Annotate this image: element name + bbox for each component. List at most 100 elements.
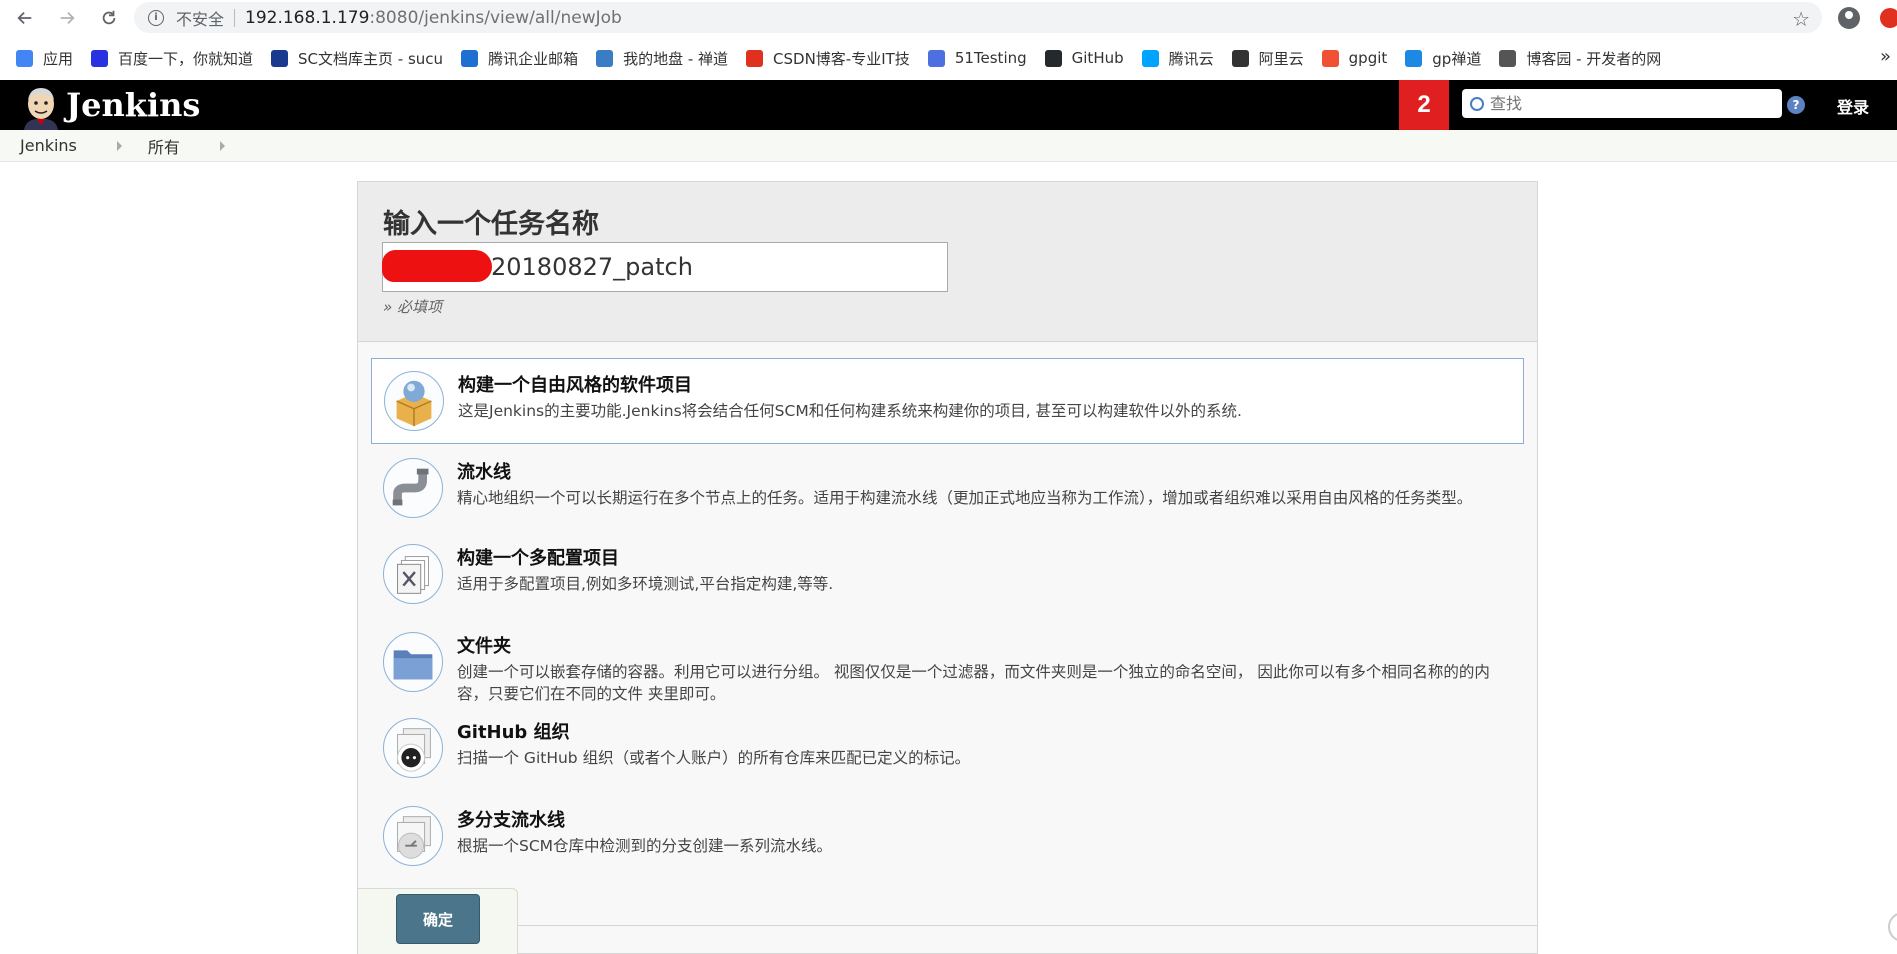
reload-icon[interactable] [96,5,122,31]
folder-icon [383,632,443,692]
aliyun-icon [1231,49,1249,67]
item-type-option[interactable]: GitHub 组织扫描一个 GitHub 组织（或者个人账户）的所有仓库来匹配已… [371,706,1524,792]
bookmark-item[interactable]: CSDN博客-专业IT技 [746,48,910,69]
extension-icon[interactable] [1880,8,1897,28]
bookmark-label: gp禅道 [1432,49,1482,68]
item-type-label: 构建一个自由风格的软件项目 [458,375,692,396]
tencent-cloud-icon [1141,49,1159,67]
item-type-option[interactable]: 构建一个自由风格的软件项目这是Jenkins的主要功能.Jenkins将会结合任… [371,358,1524,444]
github-icon [1044,49,1062,67]
breadcrumb: Jenkins 所有 [0,130,1897,162]
gp-zentao-icon [1405,49,1423,67]
item-type-label: 流水线 [457,462,511,483]
bookmark-item[interactable]: 51Testing [927,49,1027,67]
bookmark-label: 应用 [43,49,74,68]
bookmark-label: 腾讯云 [1168,49,1214,68]
notification-badge[interactable]: 2 [1399,80,1449,130]
bookmark-item[interactable]: gpgit [1321,49,1388,67]
search-input[interactable] [1490,94,1770,113]
item-type-option[interactable]: 构建一个多配置项目适用于多配置项目,例如多环境测试,平台指定构建,等等. [371,532,1524,618]
jenkins-butler-icon[interactable] [18,84,64,130]
baidu-paw-icon [91,49,109,67]
item-type-description: 这是Jenkins的主要功能.Jenkins将会结合任何SCM和任何构建系统来构… [458,402,1242,420]
scroll-top-icon[interactable] [1888,912,1897,942]
bookmark-item[interactable]: SC文档库主页 - sucu [271,48,443,69]
item-type-description: 创建一个可以嵌套存储的容器。利用它可以进行分组。 视图仅仅是一个过滤器，而文件夹… [457,663,1490,703]
item-type-label: 文件夹 [457,636,511,657]
multibranch-icon [383,806,443,866]
bookmark-item[interactable]: 腾讯企业邮箱 [461,48,578,69]
url-path: :8080/jenkins/view/all/newJob [369,7,622,28]
bookmark-item[interactable]: 应用 [16,48,73,69]
bookmark-item[interactable]: 腾讯云 [1141,48,1214,69]
freestyle-package-icon [384,371,444,431]
bookmark-label: 51Testing [954,49,1027,67]
51testing-icon [927,49,945,67]
profile-icon[interactable] [1838,7,1860,29]
item-type-option[interactable]: 流水线精心地组织一个可以长期运行在多个节点上的任务。适用于构建流水线（更加正式地… [371,446,1524,532]
bookmark-item[interactable]: 博客园 - 开发者的网 [1499,48,1661,69]
item-type-label: 多分支流水线 [457,810,565,831]
breadcrumb-jenkins[interactable]: Jenkins [20,136,77,155]
ok-button[interactable]: 确定 [396,894,480,944]
bookmark-label: 腾讯企业邮箱 [488,49,579,68]
divider [518,925,1537,926]
item-type-label: GitHub 组织 [457,722,570,743]
bookmark-star-icon[interactable]: ☆ [1792,7,1810,31]
breadcrumb-arrow-icon[interactable] [219,140,225,151]
breadcrumb-all[interactable]: 所有 [148,134,180,158]
item-type-option[interactable]: 多分支流水线根据一个SCM仓库中检测到的分支创建一系列流水线。 [371,794,1524,880]
multi-config-icon [383,544,443,604]
pipeline-icon [383,458,443,518]
address-separator [234,8,236,27]
github-org-icon [383,718,443,778]
address-bar[interactable]: i 不安全 192.168.1.179:8080/jenkins/view/al… [134,2,1822,33]
bookmarks-bar: 应用 百度一下，你就知道 SC文档库主页 - sucu 腾讯企业邮箱 我的地盘 - 禅道… [0,40,1897,76]
bookmark-item[interactable]: gp禅道 [1405,48,1481,69]
info-icon[interactable]: i [148,9,164,26]
item-type-description: 根据一个SCM仓库中检测到的分支创建一系列流水线。 [457,837,833,855]
forward-icon[interactable] [54,5,80,31]
bookmark-label: 博客园 - 开发者的网 [1526,49,1662,68]
jenkins-title[interactable]: Jenkins [66,86,200,124]
bookmark-label: SC文档库主页 - sucu [298,49,444,68]
url-host: 192.168.1.179 [245,7,370,28]
item-type-description: 适用于多配置项目,例如多环境测试,平台指定构建,等等. [457,575,834,593]
item-type-option[interactable]: 文件夹创建一个可以嵌套存储的容器。利用它可以进行分组。 视图仅仅是一个过滤器，而… [371,620,1524,706]
search-box[interactable] [1462,89,1782,118]
gpgit-icon [1321,49,1339,67]
bookmark-item[interactable]: GitHub [1044,49,1124,67]
tencent-mail-icon [461,49,479,67]
cnblogs-icon [1499,49,1517,67]
sc-tools-icon [271,49,289,67]
bookmark-label: GitHub [1071,49,1124,67]
item-type-description: 精心地组织一个可以长期运行在多个节点上的任务。适用于构建流水线（更加正式地应当称… [457,489,1473,507]
back-icon[interactable] [12,5,38,31]
bookmark-label: 阿里云 [1258,49,1304,68]
page-title: 输入一个任务名称 [383,209,599,240]
bookmarks-overflow-icon[interactable]: » [1880,46,1891,67]
item-type-description: 扫描一个 GitHub 组织（或者个人账户）的所有仓库来匹配已定义的标记。 [457,749,971,767]
insecure-label: 不安全 [176,9,225,29]
zentao-globe-icon [596,49,614,67]
item-name-value: 20180827_patch [491,253,693,281]
browser-toolbar: i 不安全 192.168.1.179:8080/jenkins/view/al… [0,0,1897,35]
breadcrumb-arrow-icon[interactable] [116,140,122,151]
bookmark-item[interactable]: 我的地盘 - 禅道 [596,48,728,69]
bookmark-label: CSDN博客-专业IT技 [773,49,910,68]
bookmark-label: 百度一下，你就知道 [118,49,254,68]
search-icon [1470,96,1484,111]
required-hint: » 必填项 [383,298,443,316]
csdn-icon [746,49,764,67]
bookmark-item[interactable]: 阿里云 [1231,48,1304,69]
help-icon[interactable]: ? [1787,96,1805,114]
name-section: 输入一个任务名称 20180827_patch » 必填项 [358,182,1537,342]
new-item-panel: 输入一个任务名称 20180827_patch » 必填项 构建一个自由风格的软… [357,181,1538,954]
bookmark-label: gpgit [1348,49,1388,67]
bookmark-label: 我的地盘 - 禅道 [623,49,729,68]
login-link[interactable]: 登录 [1837,94,1869,118]
apps-grid-icon [16,49,33,67]
bookmark-item[interactable]: 百度一下，你就知道 [91,48,253,69]
item-type-label: 构建一个多配置项目 [457,548,619,569]
ok-button-area: 确定 [358,888,518,954]
